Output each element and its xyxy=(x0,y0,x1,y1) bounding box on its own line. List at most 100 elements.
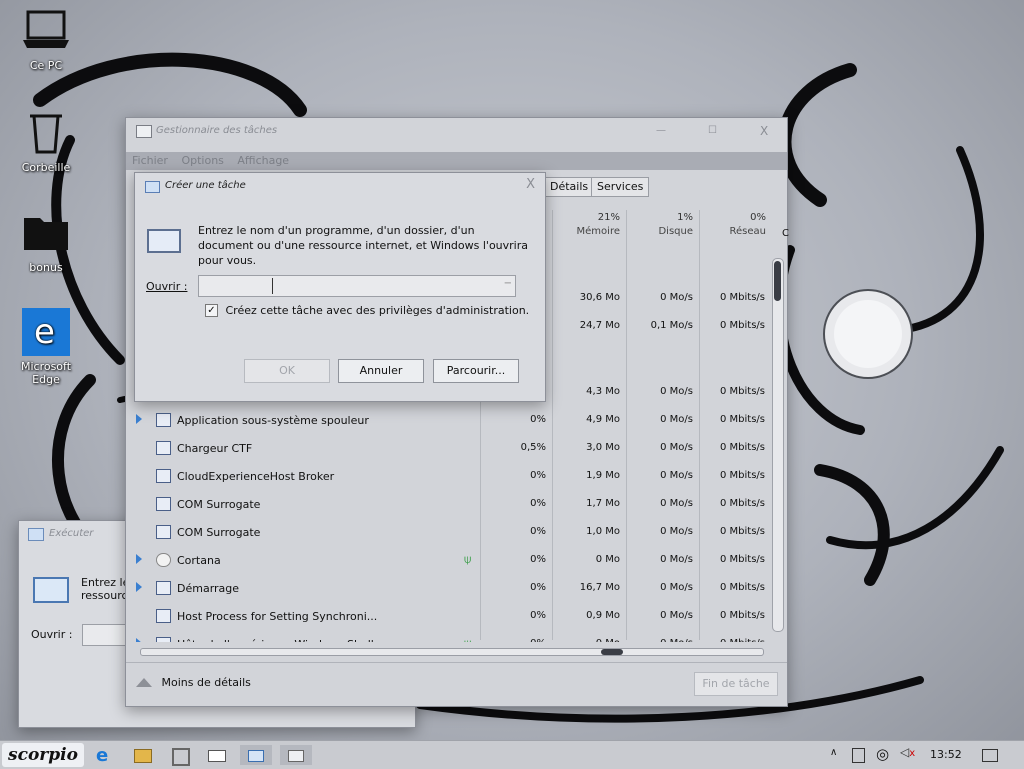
edge-taskbar-icon[interactable]: e xyxy=(96,745,118,766)
process-icon xyxy=(156,469,171,483)
process-memory: 24,7 Mo xyxy=(579,320,620,331)
process-cpu: 0% xyxy=(530,414,546,425)
start-button[interactable]: scorpio xyxy=(2,743,84,767)
horizontal-scroll-thumb[interactable] xyxy=(601,649,623,655)
run-open-label: Ouvrir : xyxy=(31,628,73,641)
desktop-icon-bonus[interactable]: bonus xyxy=(6,212,86,274)
admin-checkbox-row[interactable]: ✓ Créez cette tâche avec des privilèges … xyxy=(205,303,529,317)
expand-arrow-icon[interactable] xyxy=(136,638,142,642)
process-row[interactable]: Application sous-système spouleur 0% 4,9 M… xyxy=(126,406,766,434)
vertical-scroll-thumb[interactable] xyxy=(774,261,781,301)
process-cpu: 0,5% xyxy=(520,442,546,453)
end-task-button[interactable]: Fin de tâche xyxy=(694,672,778,696)
process-disk: 0,1 Mo/s xyxy=(650,320,693,331)
create-task-close-button[interactable]: X xyxy=(526,177,535,192)
process-row[interactable]: COM Surrogate 0% 1,0 Mo 0 Mo/s 0 Mbits/s xyxy=(126,518,766,546)
browse-button[interactable]: Parcourir... xyxy=(433,359,519,383)
volume-muted-icon[interactable]: ◁x xyxy=(900,745,920,765)
process-network: 0 Mbits/s xyxy=(719,386,765,397)
desktop-icon-label: Corbeille xyxy=(21,161,71,174)
process-row[interactable]: Hôte de l'expérience Windows Shell 0% ⍦ 0 M… xyxy=(126,630,766,642)
store-icon[interactable] xyxy=(172,745,194,766)
process-icon xyxy=(156,581,171,595)
expand-arrow-icon[interactable] xyxy=(136,414,142,424)
process-cpu: 0% xyxy=(530,554,546,565)
process-cpu: 0% xyxy=(530,470,546,481)
desktop-icon-ce-pc[interactable]: Ce PC xyxy=(6,8,86,72)
process-row[interactable]: Host Process for Setting Synchroni... 0% 0… xyxy=(126,602,766,630)
process-icon xyxy=(156,497,171,511)
column-memory[interactable]: 21% Mémoire xyxy=(550,212,620,237)
cancel-button[interactable]: Annuler xyxy=(338,359,424,383)
horizontal-scrollbar[interactable] xyxy=(140,648,764,656)
menu-fichier[interactable]: Fichier xyxy=(132,152,168,170)
process-memory: 1,0 Mo xyxy=(586,526,620,537)
process-disk: 0 Mo/s xyxy=(660,610,693,621)
ok-button[interactable]: OK xyxy=(244,359,330,383)
cortana-icon xyxy=(156,553,171,567)
process-row[interactable]: COM Surrogate 0% 1,7 Mo 0 Mo/s 0 Mbits/s xyxy=(126,490,766,518)
close-button[interactable]: X xyxy=(760,118,768,144)
taskbar: scorpio e ∧ ◎ ◁x 13:52 xyxy=(0,740,1024,769)
process-icon xyxy=(156,525,171,539)
run-dialog-title: Exécuter xyxy=(49,528,94,539)
process-memory: 0 Mo xyxy=(552,638,620,642)
process-network: 0 Mbits/s xyxy=(719,554,765,565)
tab-details[interactable]: Détails xyxy=(544,177,595,197)
desktop-icon-label: Microsoft Edge xyxy=(20,360,72,386)
desktop-icon-edge[interactable]: e Microsoft Edge xyxy=(6,308,86,386)
process-disk: 0 Mo/s xyxy=(660,386,693,397)
desktop-icon-corbeille[interactable]: Corbeille xyxy=(6,110,86,174)
column-disk[interactable]: 1% Disque xyxy=(623,212,693,237)
laptop-icon xyxy=(23,10,69,48)
process-icon xyxy=(156,441,171,455)
process-memory: 0 Mo xyxy=(595,554,620,565)
action-center-icon[interactable] xyxy=(982,745,1002,765)
process-row[interactable]: Démarrage 0% 16,7 Mo 0 Mo/s 0 Mbits/s xyxy=(126,574,766,602)
expand-arrow-icon[interactable] xyxy=(136,554,142,564)
create-task-app-icon xyxy=(145,181,160,193)
run-taskbar-icon[interactable] xyxy=(240,745,272,765)
tablet-icon[interactable] xyxy=(852,745,870,765)
create-task-open-label: Ouvrir : xyxy=(146,280,188,293)
process-network: 0 Mbits/s xyxy=(699,638,765,642)
run-icon xyxy=(33,577,69,603)
process-memory: 0,9 Mo xyxy=(586,610,620,621)
column-stub: C xyxy=(782,228,789,239)
leaf-icon: ⍦ xyxy=(464,552,472,566)
expand-arrow-icon[interactable] xyxy=(136,582,142,592)
tab-services[interactable]: Services xyxy=(591,177,650,197)
vertical-scrollbar[interactable] xyxy=(772,258,784,632)
dropdown-icon[interactable]: − xyxy=(504,278,512,289)
run-app-icon xyxy=(28,528,44,541)
fewer-details-link[interactable]: Moins de détails xyxy=(136,675,251,689)
task-manager-taskbar-icon[interactable] xyxy=(280,745,312,765)
column-network[interactable]: 0% Réseau xyxy=(696,212,766,237)
process-row[interactable]: Cortana 0% ⍦ 0 Mo 0 Mo/s 0 Mbits/s xyxy=(126,546,766,574)
process-name: Cortana xyxy=(177,554,221,567)
process-row[interactable]: Chargeur CTF 0,5% 3,0 Mo 0 Mo/s 0 Mbits/s xyxy=(126,434,766,462)
process-name: CloudExperienceHost Broker xyxy=(177,470,335,483)
show-hidden-icons-icon[interactable]: ∧ xyxy=(830,745,844,765)
admin-checkbox[interactable]: ✓ xyxy=(205,303,218,317)
minimize-button[interactable]: — xyxy=(656,118,666,144)
admin-checkbox-label: Créez cette tâche avec des privilèges d'… xyxy=(225,303,530,317)
maximize-button[interactable]: ☐ xyxy=(708,118,717,144)
create-task-open-input[interactable]: − xyxy=(198,275,516,297)
mail-icon[interactable] xyxy=(208,745,230,765)
create-task-title: Créer une tâche xyxy=(165,180,246,191)
process-name: COM Surrogate xyxy=(177,526,261,539)
network-icon[interactable]: ◎ xyxy=(876,745,896,765)
process-cpu: 0% xyxy=(478,638,546,642)
process-disk: 0 Mo/s xyxy=(660,442,693,453)
file-explorer-icon[interactable] xyxy=(134,745,156,765)
footer-divider xyxy=(126,662,787,663)
menu-options[interactable]: Options xyxy=(181,152,223,170)
process-row[interactable]: CloudExperienceHost Broker 0% 1,9 Mo 0 Mo/s… xyxy=(126,462,766,490)
chevron-up-icon xyxy=(136,677,152,687)
process-memory: 4,9 Mo xyxy=(586,414,620,425)
process-icon xyxy=(156,609,171,623)
process-disk: 0 Mo/s xyxy=(660,414,693,425)
menu-affichage[interactable]: Affichage xyxy=(237,152,289,170)
clock[interactable]: 13:52 xyxy=(930,748,962,761)
